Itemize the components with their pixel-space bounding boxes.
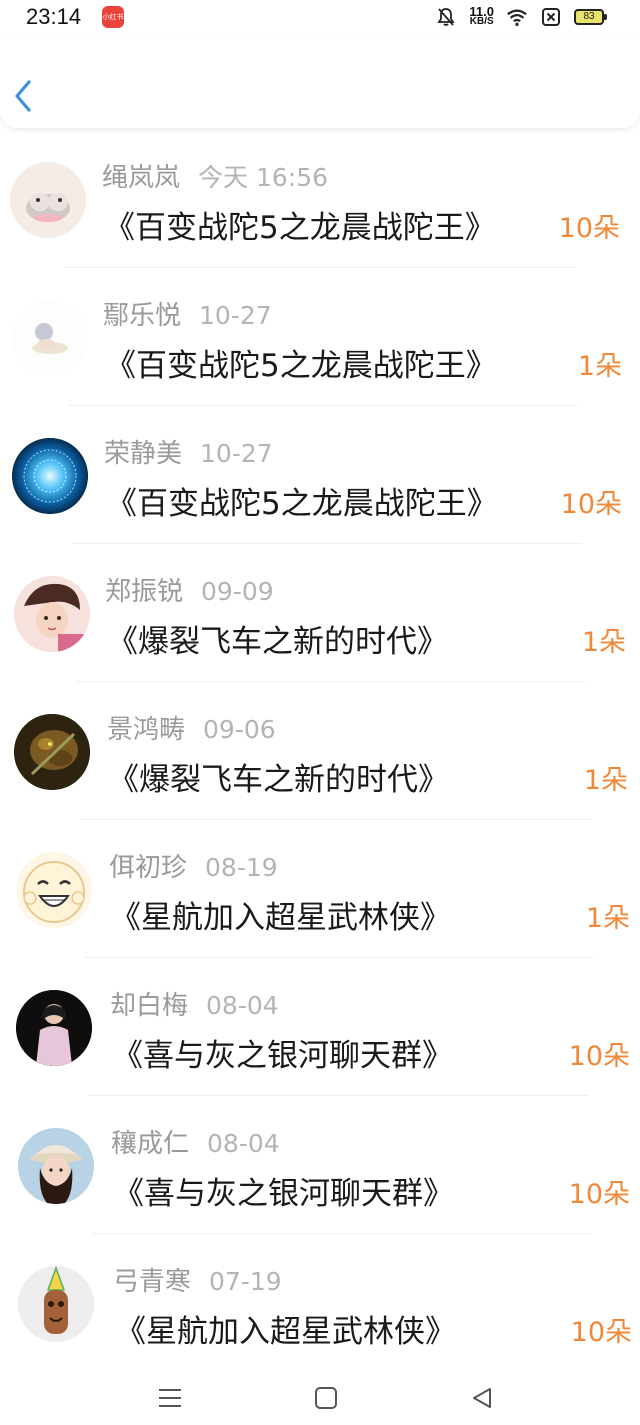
portrait-dark-avatar (16, 990, 92, 1066)
sender-name: 佴初珍 (109, 853, 188, 883)
book-title: 《喜与灰之银河聊天群》 (113, 1176, 454, 1212)
sender-meta: 弓青寒 07-19 (113, 1261, 282, 1298)
list-item[interactable]: 却白梅 08-04 《喜与灰之银河聊天群》 10朵 (0, 960, 640, 1098)
send-date: 09-09 (201, 577, 274, 606)
flower-count: 1朵 (581, 627, 626, 658)
book-title: 《喜与灰之银河聊天群》 (112, 1038, 453, 1074)
sender-name: 穰成仁 (111, 1129, 190, 1159)
sender-name: 却白梅 (110, 991, 189, 1021)
top-header (0, 40, 640, 128)
list-item[interactable]: 弓青寒 07-19 《星航加入超星武林侠》 10朵 (0, 1236, 640, 1374)
menu-icon (159, 1389, 181, 1407)
send-date: 08-04 (207, 1129, 280, 1158)
list-item[interactable]: 景鸿畴 09-06 《爆裂飞车之新的时代》 1朵 (0, 684, 640, 822)
book-title: 《爆裂飞车之新的时代》 (107, 624, 448, 660)
flower-count: 1朵 (577, 351, 622, 382)
smiley-face-avatar (16, 852, 92, 928)
divider (92, 1233, 592, 1234)
divider (72, 543, 582, 544)
book-title: 《百变战陀5之龙晨战陀王》 (104, 210, 496, 246)
send-date: 08-04 (206, 991, 279, 1020)
flower-count: 10朵 (568, 1179, 630, 1210)
home-button[interactable] (306, 1378, 346, 1418)
flower-count: 1朵 (585, 903, 630, 934)
list-item[interactable]: 郑振锐 09-09 《爆裂飞车之新的时代》 1朵 (0, 546, 640, 684)
book-title: 《星航加入超星武林侠》 (110, 900, 451, 936)
sim-x-icon (540, 6, 562, 28)
sender-name: 鄢乐悦 (103, 301, 182, 331)
anime-boy-avatar (14, 576, 90, 652)
back-triangle-icon (473, 1388, 491, 1408)
flower-count: 1朵 (583, 765, 628, 796)
send-date: 09-06 (203, 715, 276, 744)
sender-meta: 鄢乐悦 10-27 (103, 295, 272, 332)
app-icon: 小红书 (102, 6, 124, 28)
flower-count: 10朵 (560, 489, 622, 520)
list-item[interactable]: 穰成仁 08-04 《喜与灰之银河聊天群》 10朵 (0, 1098, 640, 1236)
divider (64, 267, 574, 268)
sender-name: 绳岚岚 (102, 163, 181, 193)
sender-name: 景鸿畴 (107, 715, 186, 745)
send-date: 今天 16:56 (198, 163, 329, 192)
list-item[interactable]: 绳岚岚 今天 16:56 《百变战陀5之龙晨战陀王》 10朵 (0, 132, 640, 270)
divider (76, 681, 586, 682)
send-date: 08-19 (205, 853, 278, 882)
book-title: 《百变战陀5之龙晨战陀王》 (106, 486, 498, 522)
send-date: 07-19 (209, 1267, 282, 1296)
back-nav-button[interactable] (462, 1378, 502, 1418)
back-button[interactable] (8, 76, 38, 116)
send-date: 10-27 (199, 301, 272, 330)
flower-count: 10朵 (568, 1041, 630, 1072)
flower-count: 10朵 (558, 213, 620, 244)
status-icons: 11.0 KB/S 83 (435, 4, 607, 30)
sender-name: 郑振锐 (105, 577, 184, 607)
sender-name: 弓青寒 (113, 1267, 192, 1297)
system-nav-bar (0, 1370, 640, 1425)
wifi-icon (506, 6, 528, 28)
girl-hat-avatar (18, 1128, 94, 1204)
mute-bell-icon (435, 6, 457, 28)
game-character-avatar (14, 714, 90, 790)
divider (80, 819, 590, 820)
sender-meta: 景鸿畴 09-06 (107, 709, 276, 746)
birthday-hat-avatar (18, 1266, 94, 1342)
sender-meta: 荣静美 10-27 (104, 433, 273, 470)
divider (88, 1095, 588, 1096)
sender-meta: 佴初珍 08-19 (109, 847, 278, 884)
blue-tunnel-avatar (12, 438, 88, 514)
list-item[interactable]: 荣静美 10-27 《百变战陀5之龙晨战陀王》 10朵 (0, 408, 640, 546)
hamster-avatar (10, 162, 86, 238)
status-bar: 23:14 小红书 11.0 KB/S 83 (0, 0, 640, 40)
cartoon-sleeping-avatar (12, 300, 88, 376)
flower-count: 10朵 (570, 1317, 632, 1348)
net-speed: 11.0 KB/S (469, 4, 494, 27)
send-date: 10-27 (200, 439, 273, 468)
sender-meta: 穰成仁 08-04 (111, 1123, 280, 1160)
divider (84, 957, 594, 958)
sender-meta: 却白梅 08-04 (110, 985, 279, 1022)
sender-meta: 郑振锐 09-09 (105, 571, 274, 608)
status-time: 23:14 (26, 4, 82, 29)
list-item[interactable]: 鄢乐悦 10-27 《百变战陀5之龙晨战陀王》 1朵 (0, 270, 640, 408)
battery-icon: 83 (574, 9, 607, 25)
divider (68, 405, 578, 406)
sender-name: 荣静美 (104, 439, 183, 469)
sender-meta: 绳岚岚 今天 16:56 (102, 157, 328, 194)
book-title: 《爆裂飞车之新的时代》 (108, 762, 449, 798)
menu-button[interactable] (150, 1378, 190, 1418)
home-square-icon (315, 1387, 337, 1409)
book-title: 《星航加入超星武林侠》 (115, 1314, 456, 1350)
book-title: 《百变战陀5之龙晨战陀王》 (105, 348, 497, 384)
chevron-left-icon (15, 80, 31, 112)
list-item[interactable]: 佴初珍 08-19 《星航加入超星武林侠》 1朵 (0, 822, 640, 960)
